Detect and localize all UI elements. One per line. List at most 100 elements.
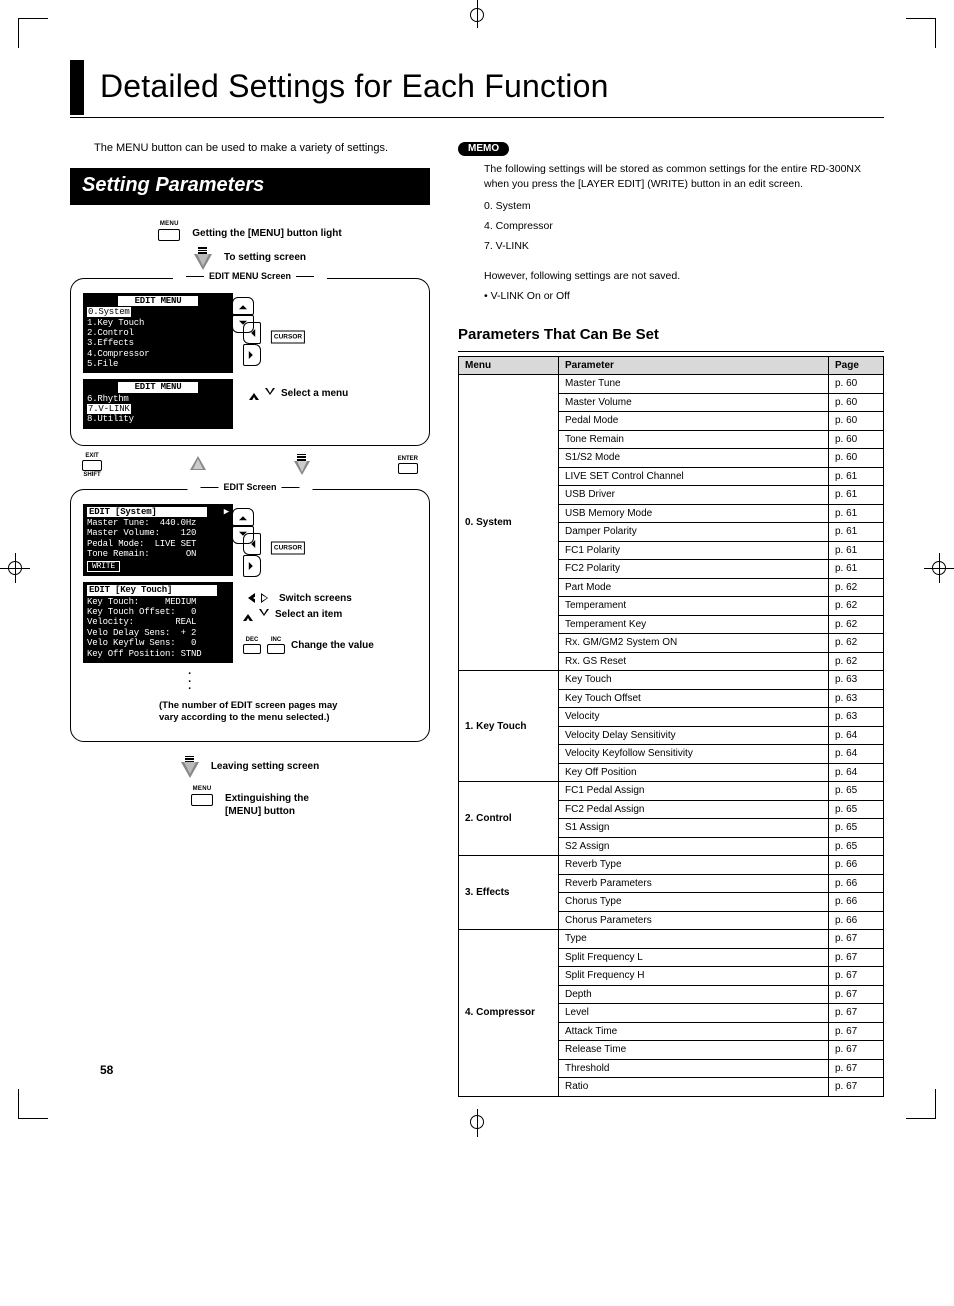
- cell-page: p. 67: [829, 930, 884, 949]
- cell-parameter: S1/S2 Mode: [559, 449, 829, 468]
- cell-parameter: Reverb Parameters: [559, 874, 829, 893]
- cell-page: p. 64: [829, 745, 884, 764]
- crop-corner: [18, 18, 48, 48]
- cell-parameter: Velocity Delay Sensitivity: [559, 726, 829, 745]
- right-triangle-icon: [261, 593, 273, 603]
- memo-list: 0. System 4. Compressor 7. V-LINK: [484, 197, 884, 257]
- crop-mark-top: [463, 0, 491, 28]
- th-menu: Menu: [459, 356, 559, 375]
- step-caption: Leaving setting screen: [211, 754, 319, 773]
- cell-parameter: Key Off Position: [559, 763, 829, 782]
- cell-parameter: Type: [559, 930, 829, 949]
- menu-button-icon: MENU: [191, 786, 213, 806]
- cell-page: p. 61: [829, 560, 884, 579]
- cell-parameter: Tone Remain: [559, 430, 829, 449]
- cell-parameter: S1 Assign: [559, 819, 829, 838]
- crop-mark-right: [924, 553, 954, 583]
- cell-page: p. 62: [829, 578, 884, 597]
- flow-diagram: MENU Getting the [MENU] button light To …: [70, 215, 430, 818]
- cell-page: p. 66: [829, 893, 884, 912]
- up-triangle-icon: [243, 609, 253, 621]
- table-row: 0. SystemMaster Tunep. 60: [459, 375, 884, 394]
- edit-screen-box: EDIT Screen EDIT [System]▶ Master Tune: …: [70, 489, 430, 742]
- cell-parameter: LIVE SET Control Channel: [559, 467, 829, 486]
- crop-corner: [18, 1089, 48, 1119]
- up-triangle-icon: [249, 388, 259, 400]
- cell-page: p. 65: [829, 837, 884, 856]
- cell-parameter: Part Mode: [559, 578, 829, 597]
- cell-parameter: Level: [559, 1004, 829, 1023]
- cell-page: p. 63: [829, 671, 884, 690]
- cell-page: p. 67: [829, 1004, 884, 1023]
- cell-parameter: Master Volume: [559, 393, 829, 412]
- cell-parameter: Key Touch Offset: [559, 689, 829, 708]
- cell-parameter: Velocity Keyfollow Sensitivity: [559, 745, 829, 764]
- cell-page: p. 65: [829, 782, 884, 801]
- cell-page: p. 66: [829, 911, 884, 930]
- memo-badge: MEMO: [458, 142, 509, 156]
- page-number: 58: [100, 1063, 113, 1077]
- lcd-screen: EDIT [System]▶ Master Tune: 440.0Hz Mast…: [83, 504, 233, 577]
- th-parameter: Parameter: [559, 356, 829, 375]
- table-header-row: Menu Parameter Page: [459, 356, 884, 375]
- cell-menu: 4. Compressor: [459, 930, 559, 1097]
- cell-page: p. 67: [829, 1059, 884, 1078]
- cell-page: p. 64: [829, 726, 884, 745]
- cell-menu: 1. Key Touch: [459, 671, 559, 782]
- left-triangle-icon: [243, 593, 255, 603]
- cell-page: p. 61: [829, 467, 884, 486]
- cursor-pad-icon: CURSOR: [243, 297, 333, 377]
- section-heading: Setting Parameters: [70, 168, 430, 205]
- lcd-screen: EDIT MENU 6.Rhythm 7.V-LINK 8.Utility: [83, 379, 233, 428]
- enter-button-icon: ENTER: [398, 456, 418, 474]
- memo-bullet: V-LINK On or Off: [484, 290, 884, 302]
- cell-parameter: FC2 Polarity: [559, 560, 829, 579]
- cell-menu: 2. Control: [459, 782, 559, 856]
- cell-parameter: USB Driver: [559, 486, 829, 505]
- th-page: Page: [829, 356, 884, 375]
- legend-text: Select a menu: [281, 388, 348, 399]
- params-heading: Parameters That Can Be Set: [458, 326, 884, 343]
- cell-page: p. 65: [829, 819, 884, 838]
- cell-page: p. 60: [829, 412, 884, 431]
- cell-page: p. 61: [829, 504, 884, 523]
- cell-parameter: Split Frequency L: [559, 948, 829, 967]
- cell-parameter: Chorus Type: [559, 893, 829, 912]
- cell-page: p. 62: [829, 597, 884, 616]
- legend-text: Change the value: [291, 640, 374, 651]
- params-table: Menu Parameter Page 0. SystemMaster Tune…: [458, 356, 884, 1097]
- memo-body: The following settings will be stored as…: [484, 162, 884, 191]
- cell-parameter: Ratio: [559, 1078, 829, 1097]
- cell-parameter: USB Memory Mode: [559, 504, 829, 523]
- cell-parameter: Threshold: [559, 1059, 829, 1078]
- cell-page: p. 66: [829, 856, 884, 875]
- cell-parameter: FC1 Polarity: [559, 541, 829, 560]
- table-row: 2. ControlFC1 Pedal Assignp. 65: [459, 782, 884, 801]
- cell-parameter: Split Frequency H: [559, 967, 829, 986]
- cell-page: p. 66: [829, 874, 884, 893]
- crop-corner: [906, 18, 936, 48]
- arrow-up-icon: [190, 456, 206, 472]
- step-caption: Extinguishing the[MENU] button: [225, 786, 309, 818]
- cell-page: p. 63: [829, 708, 884, 727]
- arrow-down-icon: [194, 247, 212, 272]
- cell-parameter: Pedal Mode: [559, 412, 829, 431]
- cell-page: p. 64: [829, 763, 884, 782]
- cell-page: p. 60: [829, 430, 884, 449]
- cell-parameter: Chorus Parameters: [559, 911, 829, 930]
- cell-parameter: Key Touch: [559, 671, 829, 690]
- cell-page: p. 67: [829, 1078, 884, 1097]
- cell-parameter: S2 Assign: [559, 837, 829, 856]
- crop-mark-left: [0, 553, 30, 583]
- cursor-pad-icon: CURSOR: [243, 508, 333, 588]
- step-caption: To setting screen: [224, 245, 306, 264]
- menu-button-icon: MENU: [158, 221, 180, 241]
- legend-text: Select an item: [275, 609, 342, 620]
- cell-menu: 0. System: [459, 375, 559, 671]
- cell-page: p. 61: [829, 523, 884, 542]
- cell-page: p. 67: [829, 1022, 884, 1041]
- cell-parameter: Release Time: [559, 1041, 829, 1060]
- cell-page: p. 61: [829, 486, 884, 505]
- cell-page: p. 67: [829, 1041, 884, 1060]
- lcd-screen: EDIT MENU 0.System 1.Key Touch 2.Control…: [83, 293, 233, 373]
